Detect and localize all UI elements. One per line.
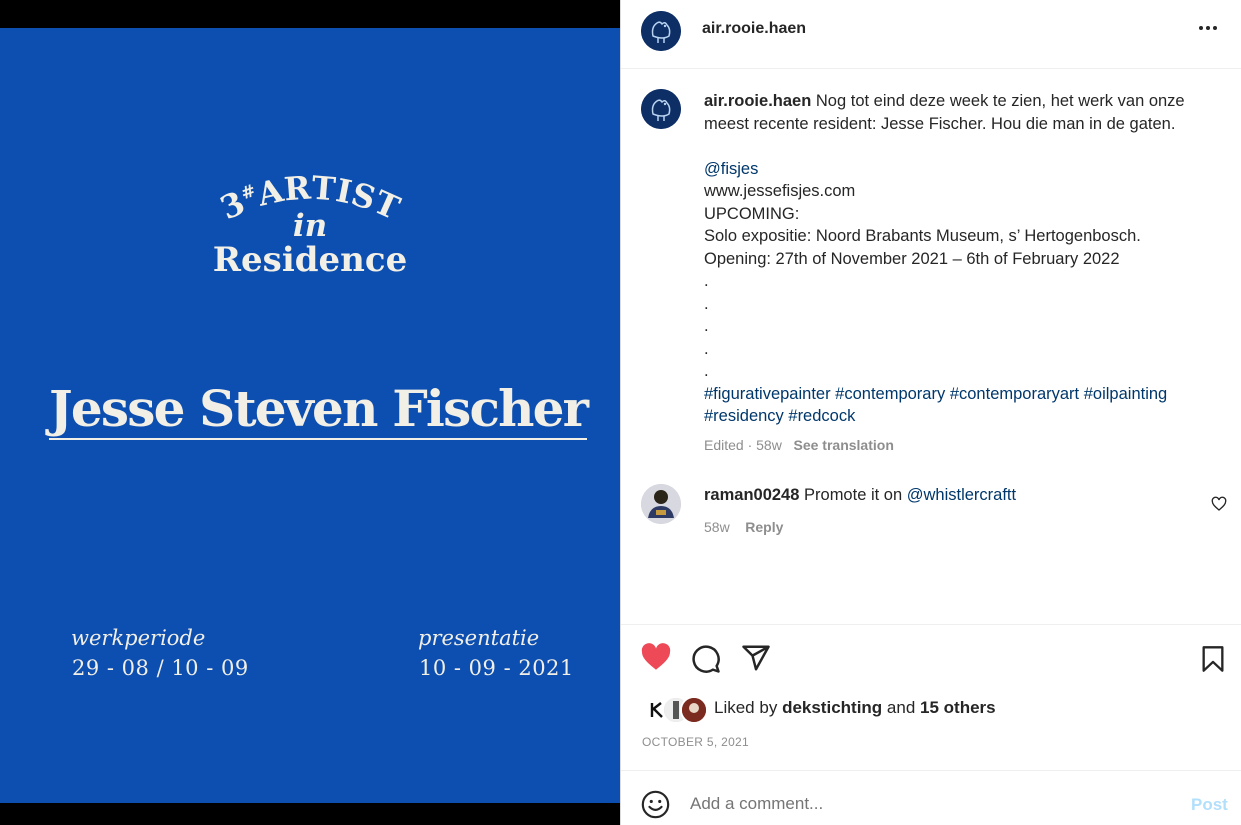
liked-by-prefix: Liked by	[714, 698, 778, 717]
work-period-label: werkperiode	[71, 626, 206, 650]
emoji-icon[interactable]	[641, 790, 670, 819]
dot-line: .	[704, 339, 709, 358]
comment-meta: 58w Reply	[704, 519, 783, 535]
liked-heart-icon[interactable]	[640, 643, 672, 671]
post-media[interactable]: 3#ARTIST in Residence Jesse Steven Fisch…	[0, 0, 620, 825]
mention-link[interactable]: @fisjes	[704, 160, 758, 178]
avatar[interactable]	[641, 11, 681, 51]
person-avatar-icon	[641, 484, 681, 524]
hashtag-link[interactable]: #figurativepainter	[704, 385, 831, 403]
post-side-panel: air.rooie.haen air.rooie.haen Nog tot ei…	[621, 0, 1241, 825]
comment-username[interactable]: raman00248	[704, 486, 799, 504]
dot-line: .	[704, 294, 709, 313]
add-comment-input[interactable]	[690, 794, 1110, 814]
bookmark-icon[interactable]	[1199, 644, 1227, 674]
others-likes-link[interactable]: 15 others	[920, 698, 996, 717]
liked-by-user[interactable]: dekstichting	[782, 698, 882, 717]
presentation-value: 10 - 09 - 2021	[419, 656, 574, 680]
header-divider	[621, 68, 1241, 69]
dot-line: .	[704, 317, 709, 335]
comment-like-heart-icon[interactable]	[1211, 496, 1227, 517]
air-in-text: in	[292, 208, 328, 244]
website-text: www.jessefisjes.com	[704, 182, 856, 200]
comment: raman00248 Promote it on @whistlercraftt	[704, 484, 1174, 506]
caption: air.rooie.haen Nog tot eind deze week te…	[704, 90, 1216, 428]
poster-image: 3#ARTIST in Residence Jesse Steven Fisch…	[0, 28, 620, 803]
presentation-label: presentatie	[418, 626, 540, 650]
rooster-logo-icon	[641, 89, 681, 129]
opening-text: Opening: 27th of November 2021 – 6th of …	[704, 249, 1120, 268]
hashtag-link[interactable]: #residency	[704, 407, 784, 425]
comment-icon[interactable]	[691, 644, 721, 674]
liker-avatar[interactable]	[680, 696, 708, 724]
comment-text: Promote it on	[804, 486, 903, 504]
reply-button[interactable]: Reply	[745, 519, 783, 535]
liker-photo-icon	[682, 698, 706, 722]
air-residence-text: Residence	[212, 240, 408, 280]
share-icon[interactable]	[741, 643, 771, 673]
dot-line: .	[704, 362, 709, 380]
caption-username[interactable]: air.rooie.haen	[704, 92, 811, 110]
caption-avatar[interactable]	[641, 89, 681, 129]
more-horizontal-icon[interactable]	[1197, 17, 1219, 45]
liked-by-and: and	[886, 698, 916, 717]
work-period-value: 29 - 08 / 10 - 09	[72, 656, 249, 680]
artist-name: Jesse Steven Fischer	[49, 379, 589, 440]
comment-box-divider	[621, 770, 1241, 771]
hashtag-link[interactable]: #contemporary	[835, 385, 945, 403]
actions-divider	[621, 624, 1241, 625]
comment-age: 58w	[704, 519, 730, 535]
solo-text: Solo expositie: Noord Brabants Museum, s…	[704, 227, 1141, 245]
see-translation-button[interactable]: See translation	[794, 437, 894, 453]
hashtag-link[interactable]: #redcock	[788, 407, 855, 425]
post-comment-button[interactable]: Post	[1191, 795, 1228, 815]
upcoming-text: UPCOMING:	[704, 204, 800, 223]
rooster-logo-icon	[641, 11, 681, 51]
post-date: OCTOBER 5, 2021	[642, 735, 749, 749]
hashtag-link[interactable]: #contemporaryart	[950, 385, 1079, 403]
dot-line: .	[704, 272, 709, 290]
commenter-avatar[interactable]	[641, 484, 681, 524]
hashtag-link[interactable]: #oilpainting	[1084, 385, 1167, 403]
comment-mention-link[interactable]: @whistlercraftt	[907, 486, 1016, 504]
edited-time: Edited · 58w	[704, 437, 782, 453]
caption-meta: Edited · 58w See translation	[704, 437, 894, 453]
likes-summary: Liked by dekstichting and 15 others	[714, 698, 996, 718]
header-username[interactable]: air.rooie.haen	[702, 20, 806, 38]
